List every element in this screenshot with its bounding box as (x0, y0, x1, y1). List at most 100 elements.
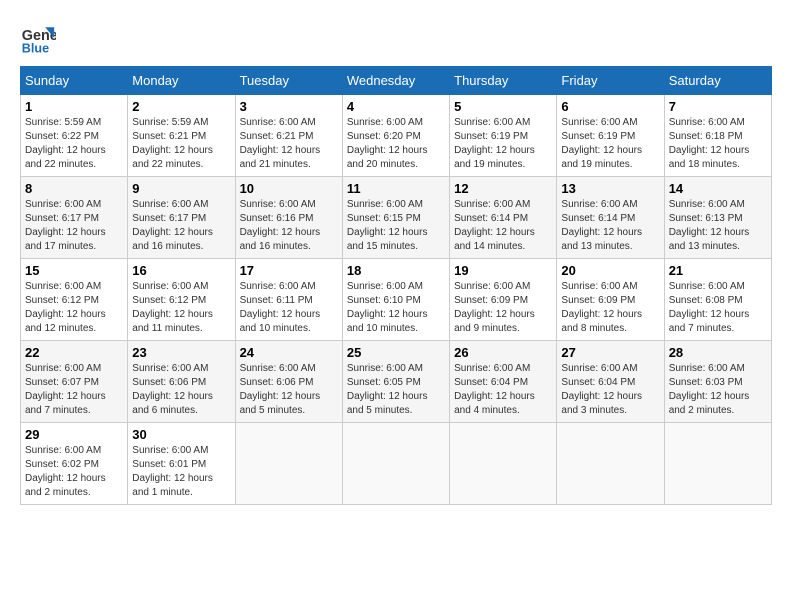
day-info: Sunrise: 6:00 AM Sunset: 6:18 PM Dayligh… (669, 116, 767, 172)
calendar-cell: 2 Sunrise: 5:59 AM Sunset: 6:21 PM Daylig… (128, 95, 235, 177)
calendar-cell: 11 Sunrise: 6:00 AM Sunset: 6:15 PM Dayli… (342, 177, 449, 259)
column-header-monday: Monday (128, 67, 235, 95)
calendar-cell: 14 Sunrise: 6:00 AM Sunset: 6:13 PM Dayli… (664, 177, 771, 259)
calendar-cell: 3 Sunrise: 6:00 AM Sunset: 6:21 PM Daylig… (235, 95, 342, 177)
logo: General Blue (20, 20, 60, 56)
column-header-sunday: Sunday (21, 67, 128, 95)
calendar-week-row: 15 Sunrise: 6:00 AM Sunset: 6:12 PM Dayli… (21, 259, 772, 341)
day-info: Sunrise: 6:00 AM Sunset: 6:12 PM Dayligh… (25, 280, 123, 336)
calendar-cell: 21 Sunrise: 6:00 AM Sunset: 6:08 PM Dayli… (664, 259, 771, 341)
day-number: 3 (240, 99, 338, 114)
day-number: 27 (561, 345, 659, 360)
calendar-cell: 8 Sunrise: 6:00 AM Sunset: 6:17 PM Daylig… (21, 177, 128, 259)
day-number: 5 (454, 99, 552, 114)
calendar-cell: 29 Sunrise: 6:00 AM Sunset: 6:02 PM Dayli… (21, 423, 128, 505)
day-number: 7 (669, 99, 767, 114)
day-number: 15 (25, 263, 123, 278)
column-header-thursday: Thursday (450, 67, 557, 95)
calendar-cell: 13 Sunrise: 6:00 AM Sunset: 6:14 PM Dayli… (557, 177, 664, 259)
day-info: Sunrise: 6:00 AM Sunset: 6:15 PM Dayligh… (347, 198, 445, 254)
day-number: 13 (561, 181, 659, 196)
day-number: 14 (669, 181, 767, 196)
day-info: Sunrise: 6:00 AM Sunset: 6:12 PM Dayligh… (132, 280, 230, 336)
day-number: 29 (25, 427, 123, 442)
day-number: 19 (454, 263, 552, 278)
calendar-cell: 25 Sunrise: 6:00 AM Sunset: 6:05 PM Dayli… (342, 341, 449, 423)
calendar-cell: 19 Sunrise: 6:00 AM Sunset: 6:09 PM Dayli… (450, 259, 557, 341)
day-info: Sunrise: 6:00 AM Sunset: 6:20 PM Dayligh… (347, 116, 445, 172)
column-header-friday: Friday (557, 67, 664, 95)
calendar-cell: 27 Sunrise: 6:00 AM Sunset: 6:04 PM Dayli… (557, 341, 664, 423)
day-number: 11 (347, 181, 445, 196)
calendar-cell: 5 Sunrise: 6:00 AM Sunset: 6:19 PM Daylig… (450, 95, 557, 177)
day-info: Sunrise: 6:00 AM Sunset: 6:03 PM Dayligh… (669, 362, 767, 418)
day-number: 21 (669, 263, 767, 278)
day-number: 16 (132, 263, 230, 278)
calendar-cell: 22 Sunrise: 6:00 AM Sunset: 6:07 PM Dayli… (21, 341, 128, 423)
day-number: 1 (25, 99, 123, 114)
page-header: General Blue (20, 20, 772, 56)
calendar-cell: 9 Sunrise: 6:00 AM Sunset: 6:17 PM Daylig… (128, 177, 235, 259)
day-number: 18 (347, 263, 445, 278)
calendar-cell: 15 Sunrise: 6:00 AM Sunset: 6:12 PM Dayli… (21, 259, 128, 341)
calendar-cell: 12 Sunrise: 6:00 AM Sunset: 6:14 PM Dayli… (450, 177, 557, 259)
day-number: 22 (25, 345, 123, 360)
calendar-cell (450, 423, 557, 505)
day-info: Sunrise: 6:00 AM Sunset: 6:08 PM Dayligh… (669, 280, 767, 336)
calendar-cell: 23 Sunrise: 6:00 AM Sunset: 6:06 PM Dayli… (128, 341, 235, 423)
calendar-cell: 10Sunrise: 6:00 AM Sunset: 6:16 PM Dayli… (235, 177, 342, 259)
day-info: Sunrise: 6:00 AM Sunset: 6:19 PM Dayligh… (454, 116, 552, 172)
day-number: 2 (132, 99, 230, 114)
day-info: Sunrise: 6:00 AM Sunset: 6:02 PM Dayligh… (25, 444, 123, 500)
day-info: Sunrise: 6:00 AM Sunset: 6:21 PM Dayligh… (240, 116, 338, 172)
logo-icon: General Blue (20, 20, 56, 56)
day-info: Sunrise: 5:59 AM Sunset: 6:22 PM Dayligh… (25, 116, 123, 172)
calendar-header-row: SundayMondayTuesdayWednesdayThursdayFrid… (21, 67, 772, 95)
calendar-cell: 26Sunrise: 6:00 AM Sunset: 6:04 PM Dayli… (450, 341, 557, 423)
day-info: Sunrise: 6:00 AM Sunset: 6:07 PM Dayligh… (25, 362, 123, 418)
day-info: Sunrise: 6:00 AM Sunset: 6:17 PM Dayligh… (25, 198, 123, 254)
calendar-cell (342, 423, 449, 505)
day-number: 9 (132, 181, 230, 196)
day-info: Sunrise: 6:00 AM Sunset: 6:04 PM Dayligh… (561, 362, 659, 418)
calendar-week-row: 29 Sunrise: 6:00 AM Sunset: 6:02 PM Dayli… (21, 423, 772, 505)
calendar-cell: 28 Sunrise: 6:00 AM Sunset: 6:03 PM Dayli… (664, 341, 771, 423)
day-number: 4 (347, 99, 445, 114)
calendar-cell: 24 Sunrise: 6:00 AM Sunset: 6:06 PM Dayli… (235, 341, 342, 423)
day-number: 20 (561, 263, 659, 278)
calendar-cell: 18 Sunrise: 6:00 AM Sunset: 6:10 PM Dayli… (342, 259, 449, 341)
day-info: Sunrise: 6:00 AM Sunset: 6:05 PM Dayligh… (347, 362, 445, 418)
day-info: Sunrise: 6:00 AM Sunset: 6:19 PM Dayligh… (561, 116, 659, 172)
calendar-cell: 20Sunrise: 6:00 AM Sunset: 6:09 PM Dayli… (557, 259, 664, 341)
day-info: Sunrise: 6:00 AM Sunset: 6:06 PM Dayligh… (132, 362, 230, 418)
calendar-cell: 16 Sunrise: 6:00 AM Sunset: 6:12 PM Dayli… (128, 259, 235, 341)
calendar-week-row: 22 Sunrise: 6:00 AM Sunset: 6:07 PM Dayli… (21, 341, 772, 423)
day-number: 28 (669, 345, 767, 360)
day-info: Sunrise: 5:59 AM Sunset: 6:21 PM Dayligh… (132, 116, 230, 172)
calendar-week-row: 8 Sunrise: 6:00 AM Sunset: 6:17 PM Daylig… (21, 177, 772, 259)
day-info: Sunrise: 6:00 AM Sunset: 6:01 PM Dayligh… (132, 444, 230, 500)
calendar-cell: 1 Sunrise: 5:59 AM Sunset: 6:22 PM Daylig… (21, 95, 128, 177)
day-number: 23 (132, 345, 230, 360)
calendar-cell: 30 Sunrise: 6:00 AM Sunset: 6:01 PM Dayli… (128, 423, 235, 505)
day-info: Sunrise: 6:00 AM Sunset: 6:09 PM Dayligh… (454, 280, 552, 336)
column-header-saturday: Saturday (664, 67, 771, 95)
calendar-table: SundayMondayTuesdayWednesdayThursdayFrid… (20, 66, 772, 505)
calendar-week-row: 1 Sunrise: 5:59 AM Sunset: 6:22 PM Daylig… (21, 95, 772, 177)
day-number: 8 (25, 181, 123, 196)
day-info: Sunrise: 6:00 AM Sunset: 6:14 PM Dayligh… (561, 198, 659, 254)
day-number: 24 (240, 345, 338, 360)
day-info: Sunrise: 6:00 AM Sunset: 6:14 PM Dayligh… (454, 198, 552, 254)
day-number: 30 (132, 427, 230, 442)
calendar-cell (664, 423, 771, 505)
day-number: 25 (347, 345, 445, 360)
calendar-cell: 17Sunrise: 6:00 AM Sunset: 6:11 PM Dayli… (235, 259, 342, 341)
day-info: Sunrise: 6:00 AM Sunset: 6:17 PM Dayligh… (132, 198, 230, 254)
svg-text:Blue: Blue (22, 41, 49, 55)
calendar-cell: 7 Sunrise: 6:00 AM Sunset: 6:18 PM Daylig… (664, 95, 771, 177)
day-info: Sunrise: 6:00 AM Sunset: 6:10 PM Dayligh… (347, 280, 445, 336)
day-info: Sunrise: 6:00 AM Sunset: 6:06 PM Dayligh… (240, 362, 338, 418)
day-number: 12 (454, 181, 552, 196)
day-info: Sunrise: 6:00 AM Sunset: 6:16 PM Dayligh… (240, 198, 338, 254)
day-info: Sunrise: 6:00 AM Sunset: 6:13 PM Dayligh… (669, 198, 767, 254)
